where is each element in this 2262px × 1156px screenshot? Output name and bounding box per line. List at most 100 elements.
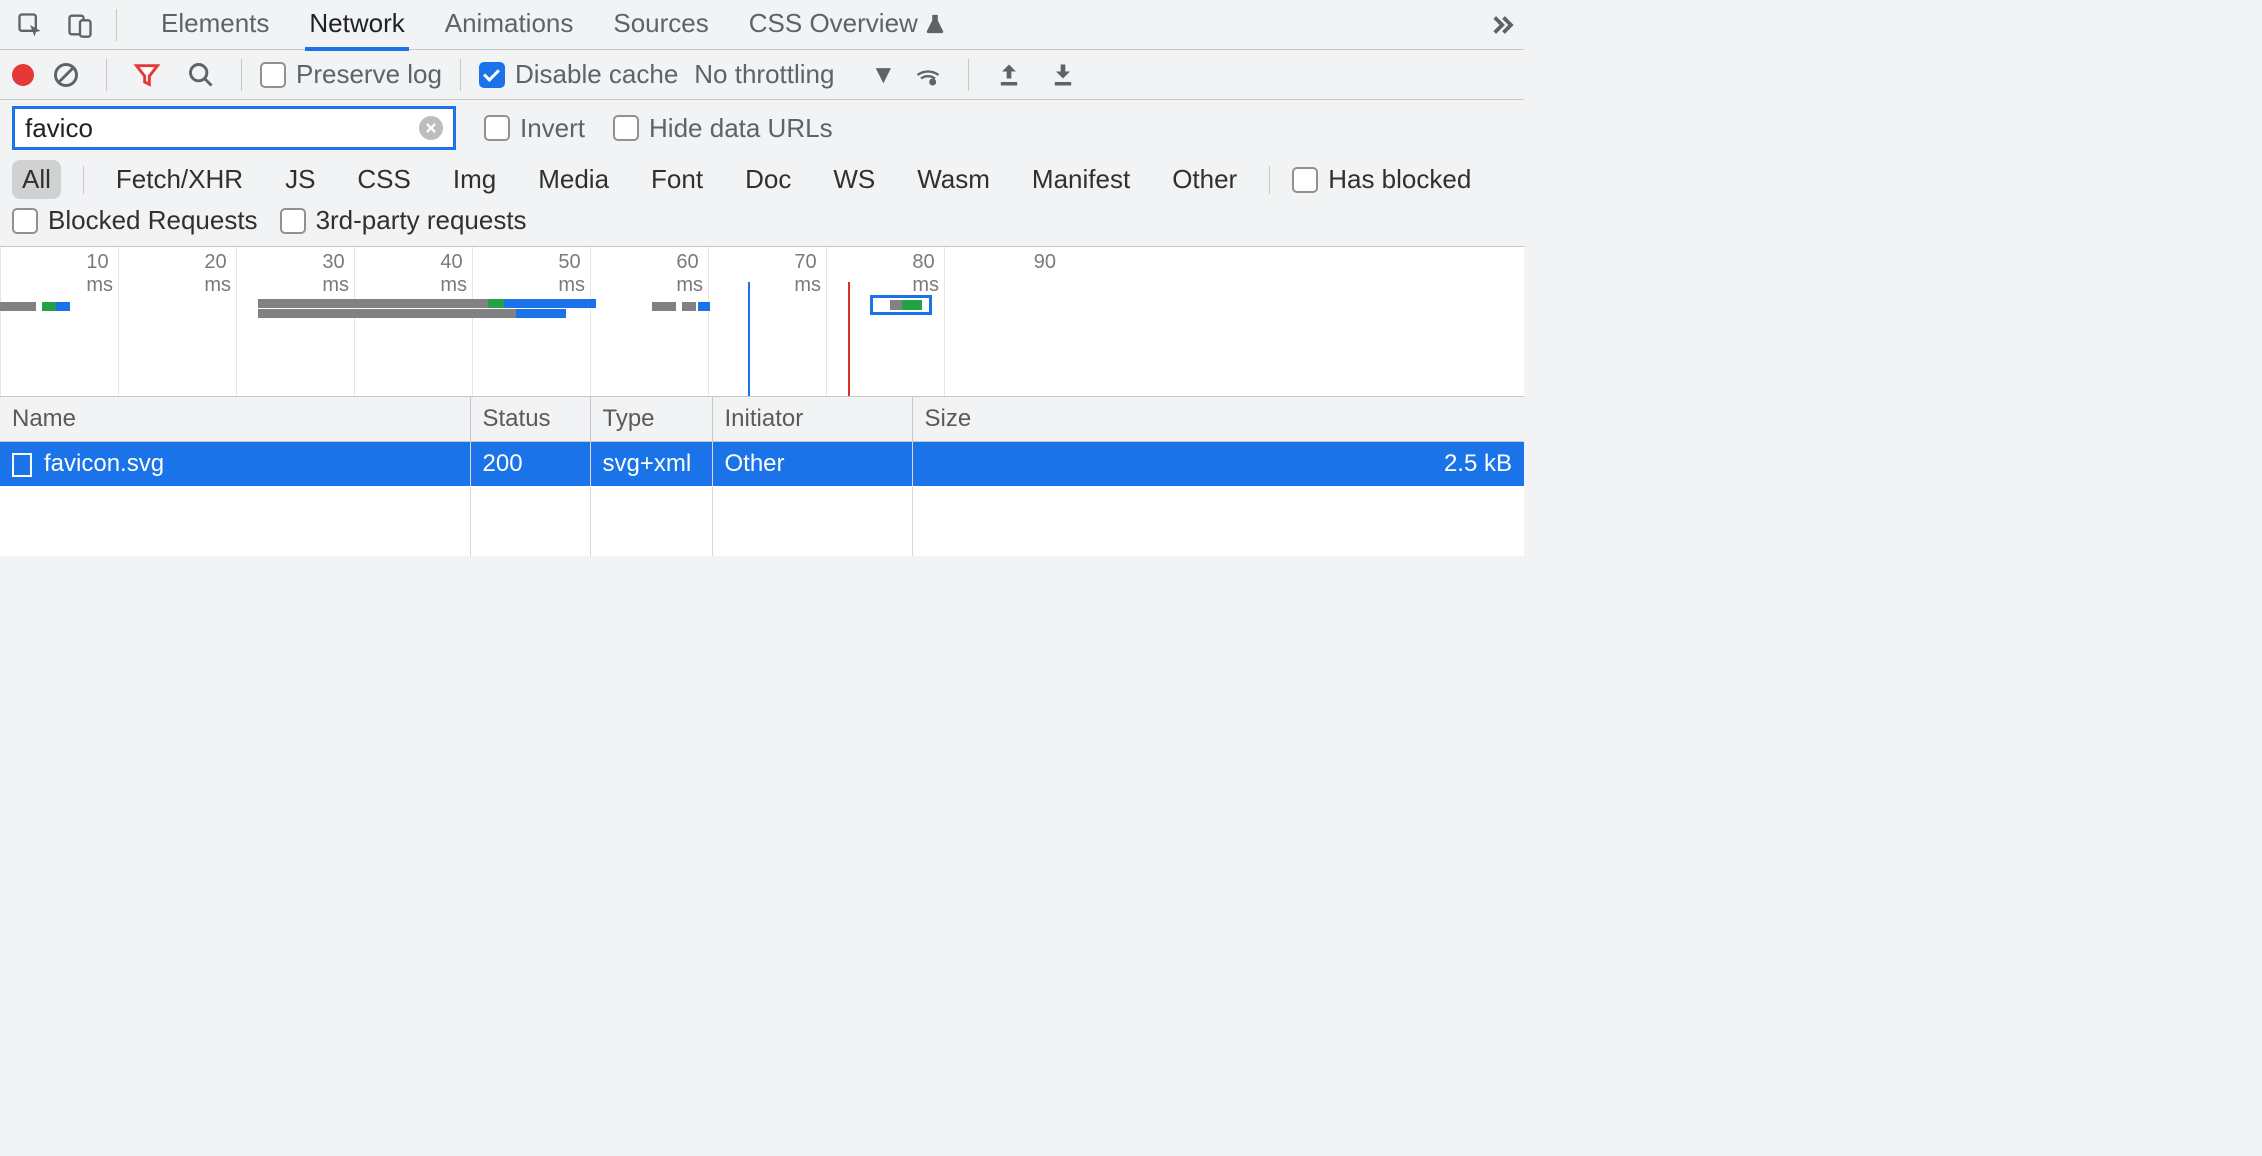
timeline-bar: [516, 309, 566, 318]
type-filter-wasm[interactable]: Wasm: [907, 160, 1000, 199]
tick-label: 40 ms: [440, 251, 467, 297]
devtools-panel-tabs: Elements Network Animations Sources CSS …: [161, 8, 1452, 41]
type-filter-font[interactable]: Font: [641, 160, 713, 199]
type-filter-all[interactable]: All: [12, 160, 61, 199]
table-header-row: Name Status Type Initiator Size: [0, 397, 1524, 442]
col-status[interactable]: Status: [470, 397, 590, 442]
timeline-bar: [890, 300, 902, 310]
disable-cache-checkbox[interactable]: Disable cache: [479, 59, 678, 90]
network-timeline-overview[interactable]: 10 ms 20 ms 30 ms 40 ms 50 ms 60 ms 70 m…: [0, 247, 1524, 397]
timeline-bar: [56, 302, 70, 311]
cell-size: 2.5 kB: [912, 442, 1524, 487]
type-filter-css[interactable]: CSS: [347, 160, 420, 199]
col-initiator[interactable]: Initiator: [712, 397, 912, 442]
throttling-label: No throttling: [694, 59, 834, 90]
network-request-table: Name Status Type Initiator Size favicon.…: [0, 397, 1524, 556]
tick-label: 80 ms: [912, 251, 939, 297]
load-marker: [848, 282, 850, 396]
search-icon[interactable]: [179, 53, 223, 97]
divider: [241, 59, 242, 91]
network-toolbar: Preserve log Disable cache No throttling…: [0, 50, 1524, 100]
tick-label: 10 ms: [86, 251, 113, 297]
col-type[interactable]: Type: [590, 397, 712, 442]
timeline-bar: [504, 299, 596, 308]
tick-label: 50 ms: [558, 251, 585, 297]
tick-label: 30 ms: [322, 251, 349, 297]
clear-filter-icon[interactable]: [419, 116, 443, 140]
type-filter-manifest[interactable]: Manifest: [1022, 160, 1140, 199]
table-empty-area: [0, 486, 1524, 556]
flask-icon: [924, 13, 946, 35]
filter-input[interactable]: [25, 113, 385, 144]
network-filter-row: Invert Hide data URLs: [0, 100, 1524, 156]
hide-data-urls-checkbox[interactable]: Hide data URLs: [613, 113, 833, 144]
devtools-top-tabbar: Elements Network Animations Sources CSS …: [0, 0, 1524, 50]
divider: [116, 9, 117, 41]
tick-label: 60 ms: [676, 251, 703, 297]
checkbox-icon: [260, 62, 286, 88]
cell-type: svg+xml: [590, 442, 712, 487]
invert-label: Invert: [520, 113, 585, 144]
cell-initiator: Other: [712, 442, 912, 487]
tick-label: 20 ms: [204, 251, 231, 297]
filter-toggle-icon[interactable]: [125, 53, 169, 97]
preserve-log-checkbox[interactable]: Preserve log: [260, 59, 442, 90]
has-blocked-checkbox[interactable]: Has blocked: [1292, 164, 1471, 195]
invert-checkbox[interactable]: Invert: [484, 113, 585, 144]
col-name[interactable]: Name: [0, 397, 470, 442]
type-filter-img[interactable]: Img: [443, 160, 506, 199]
type-filter-ws[interactable]: WS: [823, 160, 885, 199]
cell-status: 200: [470, 442, 590, 487]
tab-sources[interactable]: Sources: [613, 8, 708, 41]
divider: [106, 59, 107, 91]
col-size[interactable]: Size: [912, 397, 1524, 442]
timeline-bar: [42, 302, 56, 311]
timeline-bar: [488, 299, 504, 308]
disable-cache-label: Disable cache: [515, 59, 678, 90]
type-filter-media[interactable]: Media: [528, 160, 619, 199]
inspect-element-icon[interactable]: [8, 3, 52, 47]
timeline-bar: [652, 302, 676, 311]
timeline-bar: [0, 302, 36, 311]
tab-network[interactable]: Network: [309, 8, 404, 41]
throttling-select[interactable]: No throttling ▼: [694, 59, 896, 90]
checkbox-checked-icon: [479, 62, 505, 88]
resource-type-filter-row-2: Blocked Requests 3rd-party requests: [0, 203, 1524, 247]
tab-css-overview[interactable]: CSS Overview: [749, 8, 946, 41]
divider: [968, 59, 969, 91]
filter-input-wrap: [12, 106, 456, 150]
toggle-device-toolbar-icon[interactable]: [58, 3, 102, 47]
tab-animations[interactable]: Animations: [445, 8, 574, 41]
cell-name: favicon.svg: [44, 450, 164, 477]
timeline-bar: [258, 309, 516, 318]
divider: [83, 166, 84, 194]
type-filter-other[interactable]: Other: [1162, 160, 1247, 199]
checkbox-icon: [484, 115, 510, 141]
preserve-log-label: Preserve log: [296, 59, 442, 90]
timeline-bar: [902, 300, 922, 310]
divider: [1269, 166, 1270, 194]
domcontentloaded-marker: [748, 282, 750, 396]
checkbox-icon: [12, 208, 38, 234]
divider: [460, 59, 461, 91]
table-row[interactable]: favicon.svg 200 svg+xml Other 2.5 kB: [0, 442, 1524, 487]
tab-css-overview-label: CSS Overview: [749, 8, 918, 39]
network-conditions-icon[interactable]: [906, 53, 950, 97]
type-filter-doc[interactable]: Doc: [735, 160, 801, 199]
more-tabs-chevron-icon[interactable]: [1486, 10, 1516, 40]
tick-label: 70 ms: [794, 251, 821, 297]
type-filter-js[interactable]: JS: [275, 160, 325, 199]
blocked-requests-checkbox[interactable]: Blocked Requests: [12, 205, 258, 236]
third-party-checkbox[interactable]: 3rd-party requests: [280, 205, 527, 236]
clear-log-icon[interactable]: [44, 53, 88, 97]
type-filter-fetchxhr[interactable]: Fetch/XHR: [106, 160, 253, 199]
download-icon[interactable]: [1041, 53, 1085, 97]
resource-type-filter-row: All Fetch/XHR JS CSS Img Media Font Doc …: [0, 156, 1524, 203]
tab-elements[interactable]: Elements: [161, 8, 269, 41]
has-blocked-label: Has blocked: [1328, 164, 1471, 195]
tick-label: 90: [1034, 251, 1056, 274]
upload-icon[interactable]: [987, 53, 1031, 97]
blocked-requests-label: Blocked Requests: [48, 205, 258, 236]
record-button[interactable]: [12, 64, 34, 86]
checkbox-icon: [613, 115, 639, 141]
